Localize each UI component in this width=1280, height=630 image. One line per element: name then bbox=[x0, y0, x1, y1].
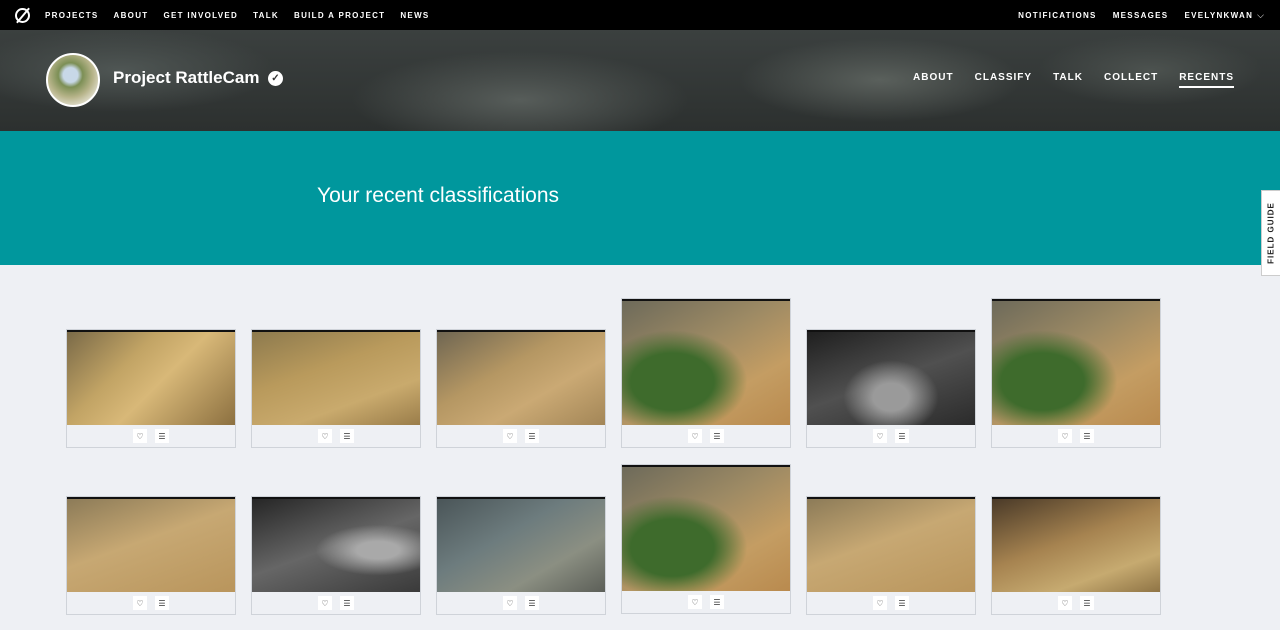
card-actions: ♡ ☰ bbox=[437, 592, 605, 614]
card-actions: ♡ ☰ bbox=[67, 425, 235, 447]
heart-icon[interactable]: ♡ bbox=[1058, 596, 1072, 610]
heart-icon[interactable]: ♡ bbox=[503, 429, 517, 443]
heart-icon[interactable]: ♡ bbox=[873, 429, 887, 443]
classification-card[interactable]: ♡ ☰ bbox=[436, 329, 606, 448]
subject-thumbnail[interactable] bbox=[992, 497, 1160, 592]
project-avatar[interactable] bbox=[46, 53, 100, 107]
list-icon[interactable]: ☰ bbox=[895, 429, 909, 443]
list-icon[interactable]: ☰ bbox=[525, 596, 539, 610]
subject-thumbnail[interactable] bbox=[252, 330, 420, 425]
card-actions: ♡ ☰ bbox=[437, 425, 605, 447]
project-nav-talk[interactable]: TALK bbox=[1053, 72, 1083, 88]
field-guide-tab[interactable]: FIELD GUIDE bbox=[1261, 190, 1280, 276]
nav-news[interactable]: NEWS bbox=[400, 11, 429, 20]
nav-projects[interactable]: PROJECTS bbox=[45, 11, 99, 20]
subject-thumbnail[interactable] bbox=[992, 299, 1160, 425]
card-actions: ♡ ☰ bbox=[252, 592, 420, 614]
classification-card[interactable]: ♡ ☰ bbox=[621, 464, 791, 614]
nav-notifications[interactable]: NOTIFICATIONS bbox=[1018, 11, 1097, 20]
verified-check-icon: ✓ bbox=[268, 71, 283, 86]
classification-card[interactable]: ♡ ☰ bbox=[806, 496, 976, 615]
subject-thumbnail[interactable] bbox=[67, 497, 235, 592]
chevron-down-icon[interactable]: ⌵ bbox=[1257, 10, 1264, 21]
card-actions: ♡ ☰ bbox=[807, 425, 975, 447]
top-nav-left: PROJECTS ABOUT GET INVOLVED TALK BUILD A… bbox=[15, 7, 445, 23]
subject-thumbnail[interactable] bbox=[622, 299, 790, 425]
nav-talk[interactable]: TALK bbox=[253, 11, 279, 20]
heart-icon[interactable]: ♡ bbox=[133, 596, 147, 610]
nav-messages[interactable]: MESSAGES bbox=[1113, 11, 1169, 20]
card-actions: ♡ ☰ bbox=[252, 425, 420, 447]
classification-card[interactable]: ♡ ☰ bbox=[991, 298, 1161, 448]
project-nav-recents[interactable]: RECENTS bbox=[1179, 72, 1234, 88]
heart-icon[interactable]: ♡ bbox=[873, 596, 887, 610]
project-nav-about[interactable]: ABOUT bbox=[913, 72, 954, 88]
subject-thumbnail[interactable] bbox=[622, 465, 790, 591]
top-nav-right: NOTIFICATIONS MESSAGES EVELYNKWAN ⌵ bbox=[1002, 10, 1264, 21]
heart-icon[interactable]: ♡ bbox=[318, 596, 332, 610]
list-icon[interactable]: ☰ bbox=[710, 595, 724, 609]
card-actions: ♡ ☰ bbox=[67, 592, 235, 614]
field-guide-label: FIELD GUIDE bbox=[1266, 202, 1276, 264]
classification-card[interactable]: ♡ ☰ bbox=[621, 298, 791, 448]
project-title[interactable]: Project RattleCam bbox=[113, 68, 259, 88]
classification-card[interactable]: ♡ ☰ bbox=[251, 329, 421, 448]
zooniverse-logo-icon[interactable] bbox=[15, 7, 30, 23]
list-icon[interactable]: ☰ bbox=[155, 429, 169, 443]
classification-card[interactable]: ♡ ☰ bbox=[66, 496, 236, 615]
card-actions: ♡ ☰ bbox=[622, 591, 790, 613]
project-nav: ABOUT CLASSIFY TALK COLLECT RECENTS bbox=[892, 72, 1234, 88]
page-banner: Your recent classifications bbox=[0, 131, 1280, 265]
subject-thumbnail[interactable] bbox=[252, 497, 420, 592]
heart-icon[interactable]: ♡ bbox=[503, 596, 517, 610]
list-icon[interactable]: ☰ bbox=[340, 429, 354, 443]
top-nav-bar: PROJECTS ABOUT GET INVOLVED TALK BUILD A… bbox=[0, 0, 1280, 30]
list-icon[interactable]: ☰ bbox=[895, 596, 909, 610]
heart-icon[interactable]: ♡ bbox=[688, 595, 702, 609]
subject-thumbnail[interactable] bbox=[807, 497, 975, 592]
user-menu[interactable]: EVELYNKWAN bbox=[1184, 11, 1253, 20]
classification-card[interactable]: ♡ ☰ bbox=[436, 496, 606, 615]
card-actions: ♡ ☰ bbox=[622, 425, 790, 447]
classification-card[interactable]: ♡ ☰ bbox=[991, 496, 1161, 615]
list-icon[interactable]: ☰ bbox=[1080, 596, 1094, 610]
subject-thumbnail[interactable] bbox=[807, 330, 975, 425]
heart-icon[interactable]: ♡ bbox=[688, 429, 702, 443]
classification-card[interactable]: ♡ ☰ bbox=[806, 329, 976, 448]
classification-card[interactable]: ♡ ☰ bbox=[251, 496, 421, 615]
nav-about[interactable]: ABOUT bbox=[114, 11, 149, 20]
project-nav-collect[interactable]: COLLECT bbox=[1104, 72, 1158, 88]
card-actions: ♡ ☰ bbox=[807, 592, 975, 614]
page-title: Your recent classifications bbox=[317, 184, 560, 207]
list-icon[interactable]: ☰ bbox=[340, 596, 354, 610]
card-actions: ♡ ☰ bbox=[992, 425, 1160, 447]
heart-icon[interactable]: ♡ bbox=[1058, 429, 1072, 443]
heart-icon[interactable]: ♡ bbox=[133, 429, 147, 443]
card-actions: ♡ ☰ bbox=[992, 592, 1160, 614]
list-icon[interactable]: ☰ bbox=[155, 596, 169, 610]
classification-card[interactable]: ♡ ☰ bbox=[66, 329, 236, 448]
nav-build-a-project[interactable]: BUILD A PROJECT bbox=[294, 11, 385, 20]
subject-thumbnail[interactable] bbox=[437, 330, 605, 425]
nav-get-involved[interactable]: GET INVOLVED bbox=[163, 11, 238, 20]
heart-icon[interactable]: ♡ bbox=[318, 429, 332, 443]
list-icon[interactable]: ☰ bbox=[1080, 429, 1094, 443]
project-header: Project RattleCam ✓ ABOUT CLASSIFY TALK … bbox=[0, 30, 1280, 131]
subject-thumbnail[interactable] bbox=[437, 497, 605, 592]
subject-thumbnail[interactable] bbox=[67, 330, 235, 425]
list-icon[interactable]: ☰ bbox=[525, 429, 539, 443]
project-nav-classify[interactable]: CLASSIFY bbox=[975, 72, 1032, 88]
list-icon[interactable]: ☰ bbox=[710, 429, 724, 443]
